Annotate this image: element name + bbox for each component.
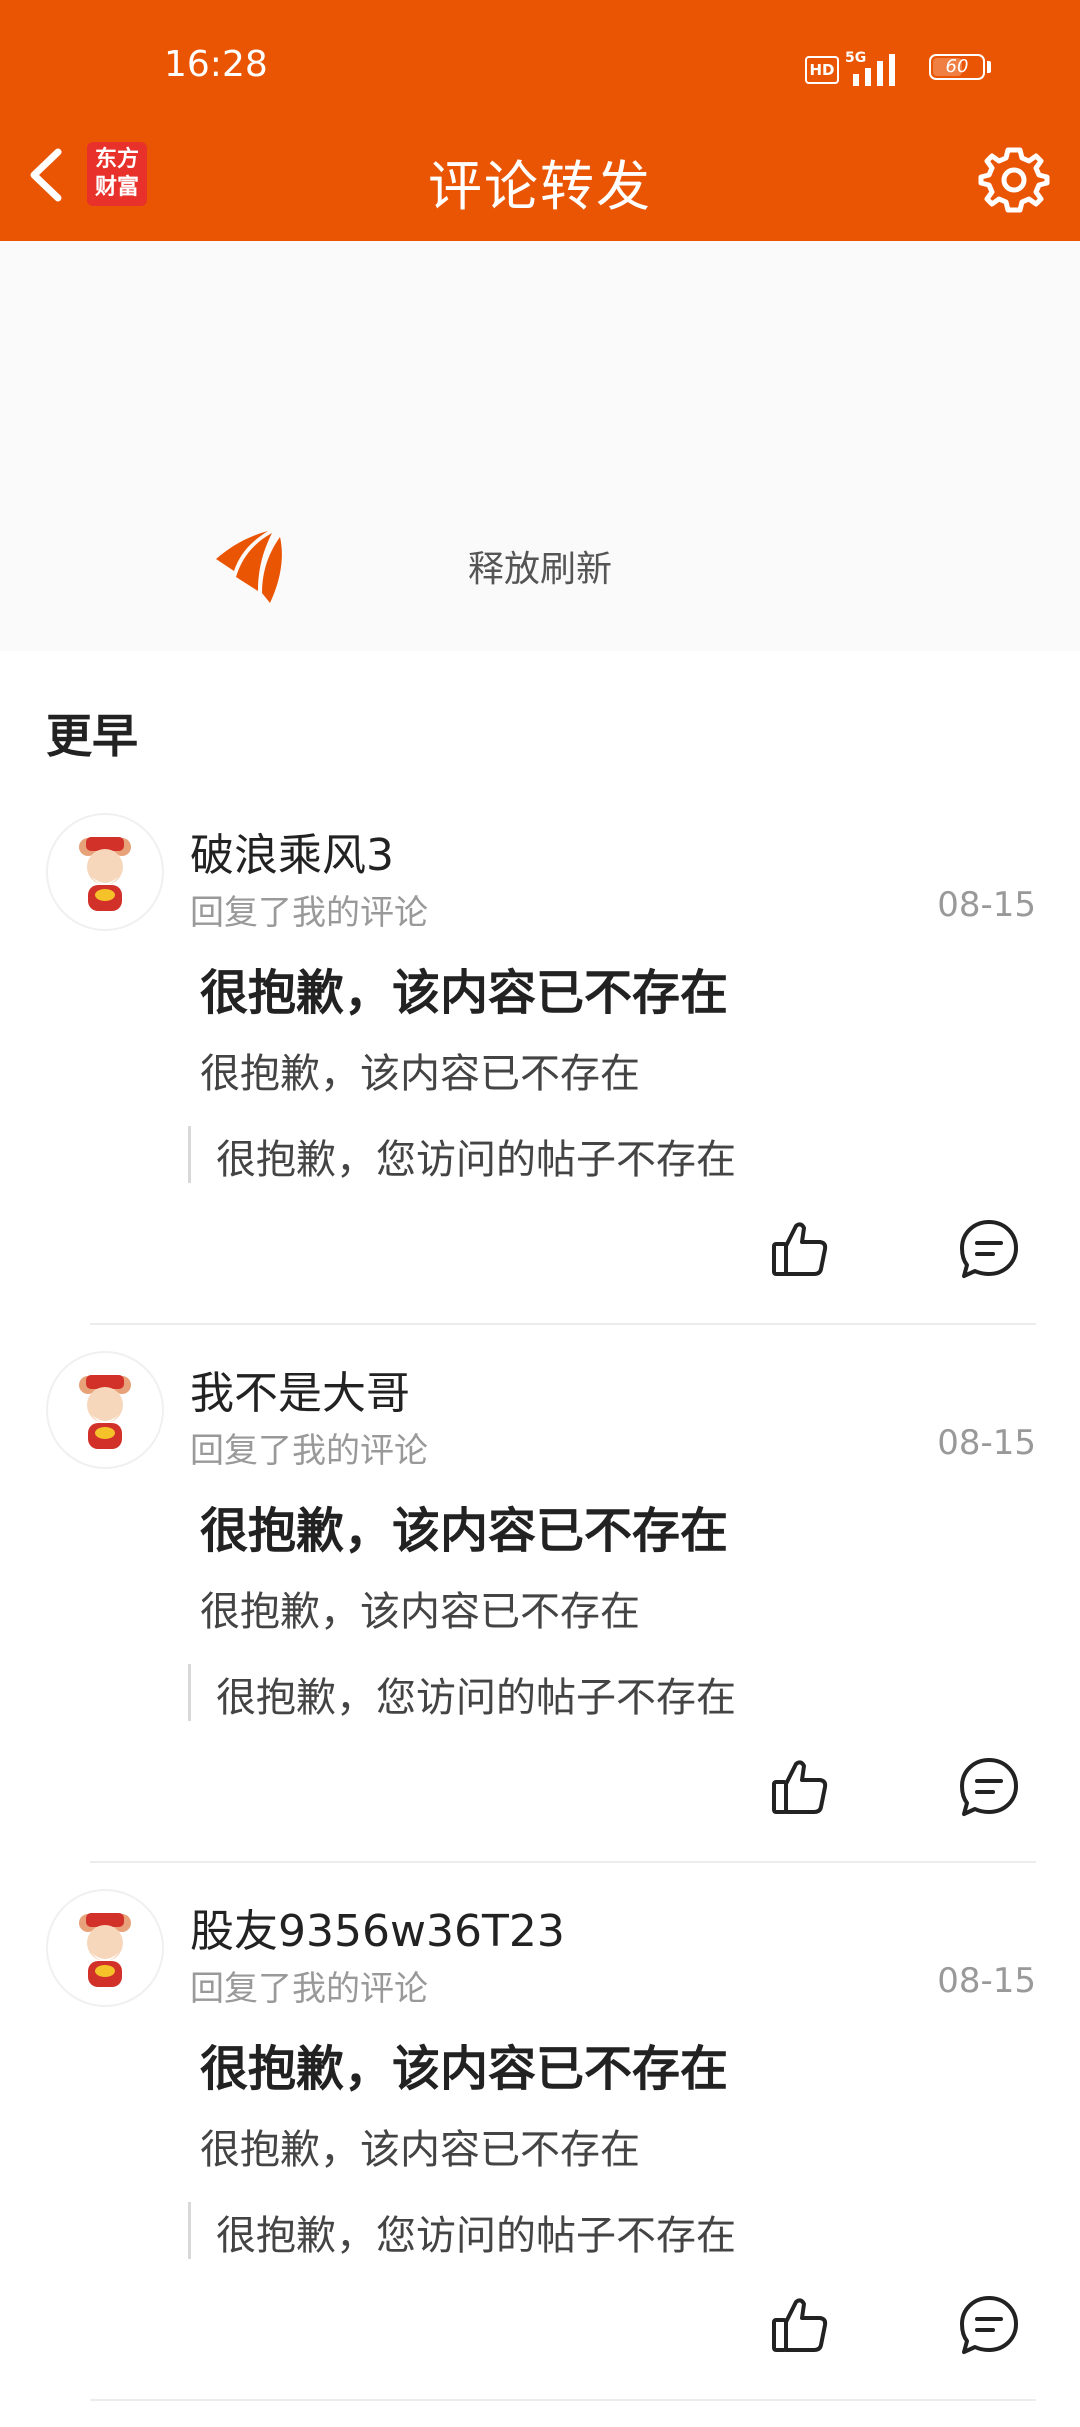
pull-to-refresh: 释放刷新 [0, 241, 1080, 651]
gear-icon[interactable] [978, 144, 1050, 216]
section-title: 更早 [46, 709, 138, 763]
battery-level: 60 [945, 56, 969, 77]
my-comment-text[interactable]: 很抱歉，该内容已不存在 [200, 2117, 640, 2175]
battery-cap [987, 61, 991, 73]
avatar-mascot-icon [79, 1375, 131, 1449]
network-label: 5G [845, 50, 866, 66]
timestamp: 08-15 [937, 1961, 1036, 2001]
thumbs-up-icon[interactable] [768, 1216, 834, 1282]
page-title: 评论转发 [428, 155, 652, 218]
action-text: 回复了我的评论 [190, 893, 428, 933]
thumbs-up-icon[interactable] [768, 1754, 834, 1820]
status-time: 16:28 [164, 44, 268, 85]
timestamp: 08-15 [937, 1423, 1036, 1463]
my-comment-text[interactable]: 很抱歉，该内容已不存在 [200, 1041, 640, 1099]
quote-bar [188, 1126, 191, 1183]
divider [90, 1861, 1036, 1863]
avatar[interactable] [46, 813, 164, 931]
comment-icon[interactable] [956, 2292, 1022, 2358]
quoted-post[interactable]: 很抱歉，您访问的帖子不存在 [216, 1665, 736, 1723]
quoted-post[interactable]: 很抱歉，您访问的帖子不存在 [216, 2203, 736, 2261]
list-item[interactable]: 我不是大哥 回复了我的评论 08-15 很抱歉，该内容已不存在 很抱歉，该内容已… [0, 1351, 1080, 1889]
quote-bar [188, 1664, 191, 1721]
comment-icon[interactable] [956, 1754, 1022, 1820]
avatar[interactable] [46, 1351, 164, 1469]
action-text: 回复了我的评论 [190, 1969, 428, 2009]
divider [90, 1323, 1036, 1325]
username[interactable]: 破浪乘风3 [190, 819, 394, 883]
list-item[interactable]: 股友9356w36T23 回复了我的评论 08-15 很抱歉，该内容已不存在 很… [0, 1889, 1080, 2427]
avatar-mascot-icon [79, 837, 131, 911]
avatar-mascot-icon [79, 1913, 131, 1987]
username[interactable]: 股友9356w36T23 [190, 1895, 565, 1959]
username[interactable]: 我不是大哥 [190, 1357, 410, 1421]
quote-bar [188, 2202, 191, 2259]
hd-badge: HD [805, 56, 839, 84]
my-comment-text[interactable]: 很抱歉，该内容已不存在 [200, 1579, 640, 1637]
refresh-hint: 释放刷新 [468, 549, 613, 590]
divider [90, 2399, 1036, 2401]
thumbs-up-icon[interactable] [768, 2292, 834, 2358]
reply-text[interactable]: 很抱歉，该内容已不存在 [200, 1491, 728, 1561]
reply-text[interactable]: 很抱歉，该内容已不存在 [200, 953, 728, 1023]
battery-icon: 60 [929, 54, 985, 80]
top-bar: 16:28 HD 5G 60 东方 财富 评论转发 [0, 0, 1080, 241]
quoted-post[interactable]: 很抱歉，您访问的帖子不存在 [216, 1127, 736, 1185]
list-item[interactable]: 破浪乘风3 回复了我的评论 08-15 很抱歉，该内容已不存在 很抱歉，该内容已… [0, 813, 1080, 1351]
signal-5g-icon: 5G [845, 50, 895, 86]
timestamp: 08-15 [937, 885, 1036, 925]
reply-text[interactable]: 很抱歉，该内容已不存在 [200, 2029, 728, 2099]
refresh-logo-icon [216, 531, 282, 603]
action-text: 回复了我的评论 [190, 1431, 428, 1471]
avatar[interactable] [46, 1889, 164, 2007]
comment-icon[interactable] [956, 1216, 1022, 1282]
